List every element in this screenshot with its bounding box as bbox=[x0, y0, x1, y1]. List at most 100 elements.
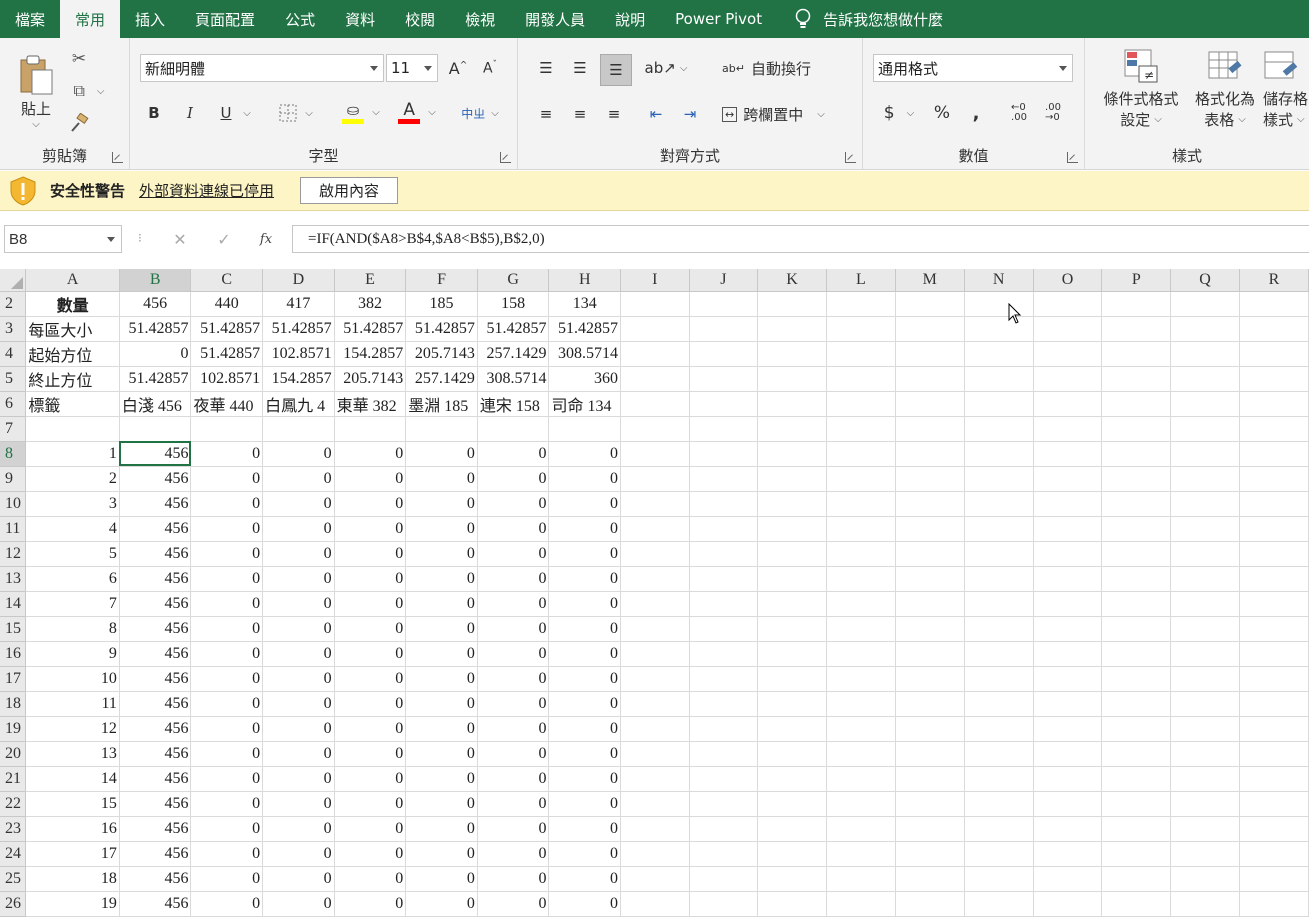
cell-J8[interactable] bbox=[689, 441, 759, 467]
cell-C14[interactable]: 0 bbox=[190, 591, 264, 617]
cell-N15[interactable] bbox=[964, 616, 1034, 642]
cell-C6[interactable]: 夜華 440 bbox=[190, 391, 264, 417]
cell-R9[interactable] bbox=[1239, 466, 1309, 492]
cell-J11[interactable] bbox=[689, 516, 759, 542]
cell-G26[interactable]: 0 bbox=[477, 891, 550, 917]
cell-L25[interactable] bbox=[826, 866, 896, 892]
cell-G5[interactable]: 308.5714 bbox=[477, 366, 550, 392]
tab-5[interactable]: 資料 bbox=[330, 0, 390, 38]
cell-N26[interactable] bbox=[964, 891, 1034, 917]
cell-O4[interactable] bbox=[1033, 341, 1103, 367]
cell-R4[interactable] bbox=[1239, 341, 1309, 367]
cell-E13[interactable]: 0 bbox=[334, 566, 407, 592]
cell-H11[interactable]: 0 bbox=[548, 516, 622, 542]
cell-O16[interactable] bbox=[1033, 641, 1103, 667]
cell-C3[interactable]: 51.42857 bbox=[190, 316, 264, 342]
percent-button[interactable]: % bbox=[929, 100, 955, 126]
cell-H13[interactable]: 0 bbox=[548, 566, 622, 592]
cell-O26[interactable] bbox=[1033, 891, 1103, 917]
cell-R19[interactable] bbox=[1239, 716, 1309, 742]
cell-I23[interactable] bbox=[620, 816, 690, 842]
cell-G7[interactable] bbox=[477, 416, 550, 442]
cell-M9[interactable] bbox=[895, 466, 965, 492]
cell-A13[interactable]: 6 bbox=[25, 566, 120, 592]
cell-G11[interactable]: 0 bbox=[477, 516, 550, 542]
cell-D25[interactable]: 0 bbox=[262, 866, 335, 892]
conditional-formatting-button[interactable]: ≠ 條件式格式 設定 ⌵ bbox=[1095, 48, 1187, 140]
cell-H17[interactable]: 0 bbox=[548, 666, 622, 692]
row-header[interactable]: 15 bbox=[0, 616, 27, 642]
cell-F9[interactable]: 0 bbox=[405, 466, 478, 492]
cell-P3[interactable] bbox=[1101, 316, 1172, 342]
cell-R3[interactable] bbox=[1239, 316, 1309, 342]
column-header-N[interactable]: N bbox=[964, 269, 1034, 292]
cell-I22[interactable] bbox=[620, 791, 690, 817]
cell-D12[interactable]: 0 bbox=[262, 541, 335, 567]
cell-G9[interactable]: 0 bbox=[477, 466, 550, 492]
cell-O11[interactable] bbox=[1033, 516, 1103, 542]
cell-P20[interactable] bbox=[1101, 741, 1172, 767]
cell-D19[interactable]: 0 bbox=[262, 716, 335, 742]
cell-D16[interactable]: 0 bbox=[262, 641, 335, 667]
cell-L4[interactable] bbox=[826, 341, 896, 367]
cell-M8[interactable] bbox=[895, 441, 965, 467]
cell-J9[interactable] bbox=[689, 466, 759, 492]
cell-K15[interactable] bbox=[757, 616, 827, 642]
column-header-Q[interactable]: Q bbox=[1170, 269, 1241, 292]
cell-H4[interactable]: 308.5714 bbox=[548, 341, 622, 367]
cell-O17[interactable] bbox=[1033, 666, 1103, 692]
cell-L21[interactable] bbox=[826, 766, 896, 792]
cell-M17[interactable] bbox=[895, 666, 965, 692]
cell-L26[interactable] bbox=[826, 891, 896, 917]
cell-I18[interactable] bbox=[620, 691, 690, 717]
tab-1[interactable]: 常用 bbox=[60, 0, 121, 38]
cell-K10[interactable] bbox=[757, 491, 827, 517]
cell-R7[interactable] bbox=[1239, 416, 1309, 442]
cell-D10[interactable]: 0 bbox=[262, 491, 335, 517]
insert-function-icon[interactable]: fx bbox=[246, 232, 286, 247]
cell-B19[interactable]: 456 bbox=[119, 716, 192, 742]
cell-E18[interactable]: 0 bbox=[334, 691, 407, 717]
cell-N17[interactable] bbox=[964, 666, 1034, 692]
cell-Q23[interactable] bbox=[1170, 816, 1241, 842]
cell-R21[interactable] bbox=[1239, 766, 1309, 792]
cell-M16[interactable] bbox=[895, 641, 965, 667]
cell-M13[interactable] bbox=[895, 566, 965, 592]
cell-P17[interactable] bbox=[1101, 666, 1172, 692]
cell-B9[interactable]: 456 bbox=[119, 466, 192, 492]
cell-K8[interactable] bbox=[757, 441, 827, 467]
align-top-button[interactable]: ☰ bbox=[532, 54, 560, 82]
increase-indent-button[interactable]: ⇥ bbox=[676, 100, 704, 128]
row-header[interactable]: 17 bbox=[0, 666, 27, 692]
cell-A23[interactable]: 16 bbox=[25, 816, 120, 842]
cell-A12[interactable]: 5 bbox=[25, 541, 120, 567]
cell-G22[interactable]: 0 bbox=[477, 791, 550, 817]
cell-R17[interactable] bbox=[1239, 666, 1309, 692]
cell-H18[interactable]: 0 bbox=[548, 691, 622, 717]
cell-O22[interactable] bbox=[1033, 791, 1103, 817]
column-header-K[interactable]: K bbox=[757, 269, 827, 292]
row-header[interactable]: 23 bbox=[0, 816, 27, 842]
cell-K9[interactable] bbox=[757, 466, 827, 492]
cell-N6[interactable] bbox=[964, 391, 1034, 417]
cell-H3[interactable]: 51.42857 bbox=[548, 316, 622, 342]
cell-R14[interactable] bbox=[1239, 591, 1309, 617]
row-header[interactable]: 24 bbox=[0, 841, 27, 867]
cell-M24[interactable] bbox=[895, 841, 965, 867]
cell-G12[interactable]: 0 bbox=[477, 541, 550, 567]
cell-R20[interactable] bbox=[1239, 741, 1309, 767]
orientation-button[interactable]: ab↗ ⌵ bbox=[644, 54, 688, 82]
cell-A9[interactable]: 2 bbox=[25, 466, 120, 492]
name-box[interactable]: B8 bbox=[4, 225, 122, 253]
cell-I7[interactable] bbox=[620, 416, 690, 442]
cell-J16[interactable] bbox=[689, 641, 759, 667]
column-header-C[interactable]: C bbox=[190, 269, 264, 292]
cell-G13[interactable]: 0 bbox=[477, 566, 550, 592]
cell-N16[interactable] bbox=[964, 641, 1034, 667]
cell-R10[interactable] bbox=[1239, 491, 1309, 517]
cell-J15[interactable] bbox=[689, 616, 759, 642]
paste-button[interactable]: 貼上 ⌵ bbox=[8, 46, 64, 138]
cell-C12[interactable]: 0 bbox=[190, 541, 264, 567]
cell-M25[interactable] bbox=[895, 866, 965, 892]
row-header[interactable]: 6 bbox=[0, 391, 27, 417]
